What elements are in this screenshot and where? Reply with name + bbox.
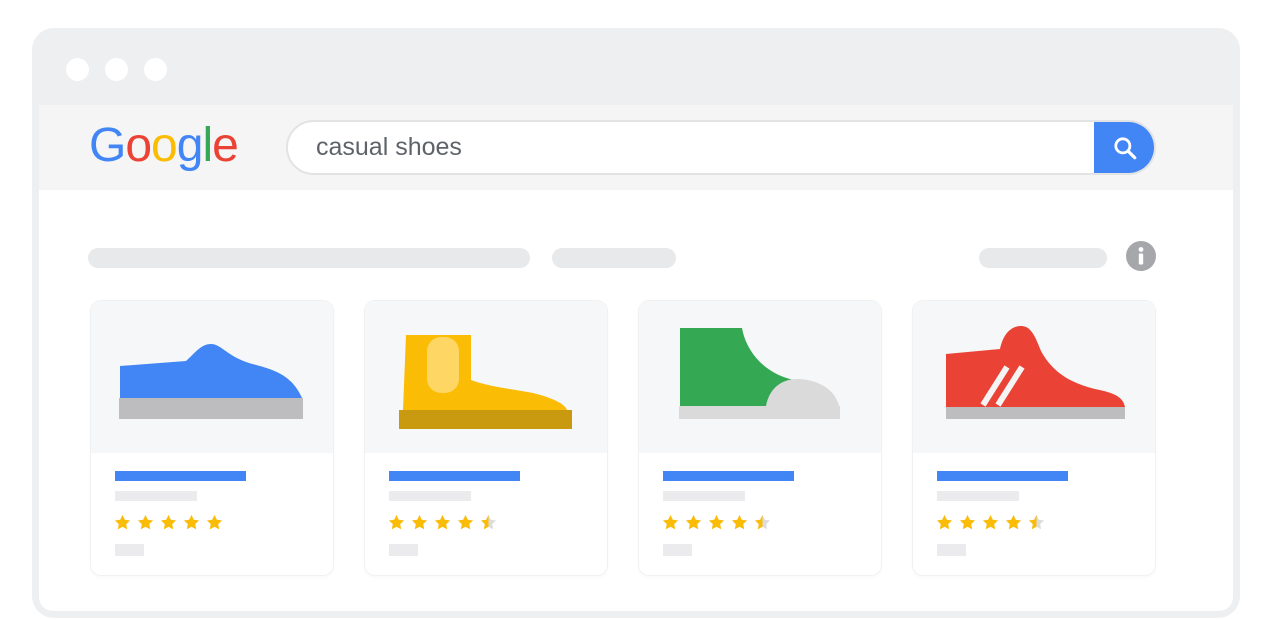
product-title-placeholder [389, 471, 520, 481]
star-full-icon [183, 514, 200, 530]
window-close-dot[interactable] [66, 58, 89, 81]
info-icon[interactable] [1126, 241, 1156, 271]
product-image [91, 301, 333, 453]
product-title-placeholder [663, 471, 794, 481]
star-half-icon [1028, 514, 1045, 530]
product-price-placeholder [115, 544, 144, 556]
google-logo[interactable]: Google [89, 118, 239, 174]
product-title-placeholder [115, 471, 246, 481]
product-card[interactable] [913, 301, 1155, 575]
rating-stars [661, 513, 772, 532]
logo-letter: l [202, 119, 213, 172]
search-bar [286, 120, 1156, 175]
product-price-placeholder [937, 544, 966, 556]
logo-letter: g [176, 119, 204, 172]
product-image [639, 301, 881, 453]
search-header: Google [39, 105, 1233, 190]
rating-stars [113, 513, 224, 532]
red-striped-sneaker-icon [946, 326, 1125, 419]
product-price-placeholder [389, 544, 418, 556]
browser-viewport: Google [39, 105, 1233, 611]
star-full-icon [662, 514, 679, 530]
star-full-icon [685, 514, 702, 530]
logo-letter: G [89, 119, 126, 172]
product-card[interactable] [639, 301, 881, 575]
product-image [365, 301, 607, 453]
star-full-icon [114, 514, 131, 530]
star-full-icon [457, 514, 474, 530]
logo-letter: o [125, 119, 152, 172]
product-title-placeholder [937, 471, 1068, 481]
star-full-icon [411, 514, 428, 530]
star-full-icon [388, 514, 405, 530]
search-button[interactable] [1094, 122, 1154, 173]
search-input[interactable] [316, 122, 1076, 173]
product-subtitle-placeholder [115, 491, 197, 501]
product-card[interactable] [91, 301, 333, 575]
product-subtitle-placeholder [937, 491, 1019, 501]
star-full-icon [731, 514, 748, 530]
yellow-chelsea-boot-icon [399, 335, 572, 429]
logo-letter: e [212, 119, 239, 172]
star-full-icon [708, 514, 725, 530]
search-icon [1114, 136, 1137, 159]
rating-stars [387, 513, 498, 532]
product-price-placeholder [663, 544, 692, 556]
star-full-icon [1005, 514, 1022, 530]
window-minimize-dot[interactable] [105, 58, 128, 81]
star-half-icon [480, 514, 497, 530]
green-high-top-icon [679, 328, 840, 419]
product-image [913, 301, 1155, 453]
star-full-icon [959, 514, 976, 530]
star-full-icon [160, 514, 177, 530]
star-full-icon [982, 514, 999, 530]
star-full-icon [206, 514, 223, 530]
product-card[interactable] [365, 301, 607, 575]
filter-placeholder-bar [552, 248, 676, 268]
star-full-icon [936, 514, 953, 530]
window-controls [66, 58, 167, 81]
product-subtitle-placeholder [663, 491, 745, 501]
logo-letter: o [151, 119, 178, 172]
rating-stars [935, 513, 1046, 532]
filter-placeholder-bar [88, 248, 530, 268]
star-half-icon [754, 514, 771, 530]
product-subtitle-placeholder [389, 491, 471, 501]
blue-sneaker-icon [119, 344, 303, 419]
browser-window: Google [32, 28, 1240, 618]
window-maximize-dot[interactable] [144, 58, 167, 81]
star-full-icon [434, 514, 451, 530]
star-full-icon [137, 514, 154, 530]
sort-placeholder-bar [979, 248, 1107, 268]
